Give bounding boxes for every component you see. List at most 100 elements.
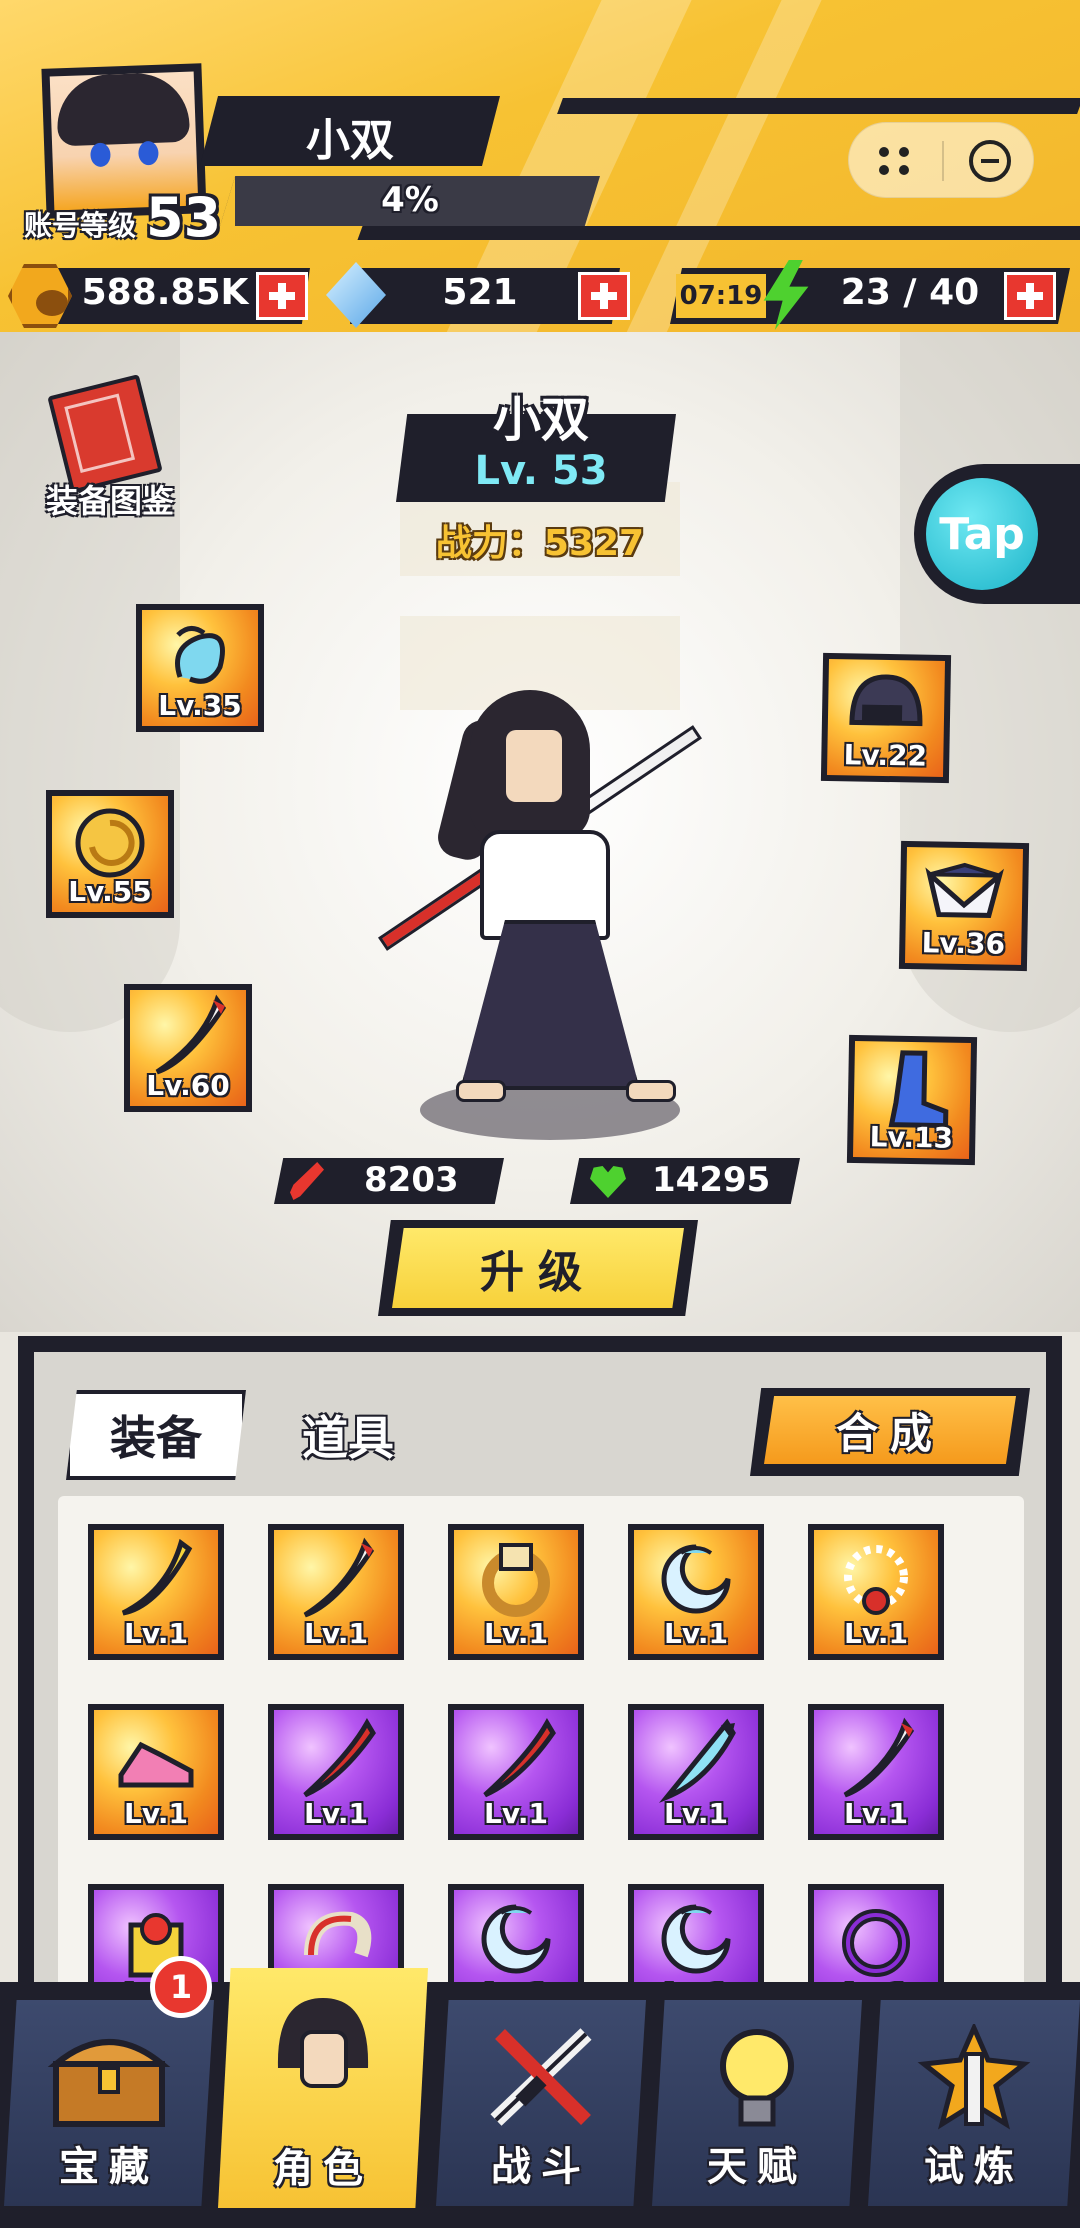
- seal-ring-icon: [471, 1535, 561, 1629]
- nav-label: 宝藏: [59, 2144, 159, 2190]
- item-level: Lv.1: [844, 1617, 908, 1650]
- equip-slot-weapon-hook[interactable]: Lv.35: [136, 604, 264, 732]
- nav-battle[interactable]: 战斗: [436, 2000, 646, 2206]
- player-name: 小双: [306, 115, 394, 166]
- upgrade-button[interactable]: 升级: [392, 1228, 684, 1308]
- inventory-panel: 装备 道具 合成 Lv.1 Lv.1 Lv.1 Lv.1 Lv.1 Lv.1 Lv.1 Lv.…: [18, 1336, 1062, 1996]
- nav-trial[interactable]: 试炼: [868, 2000, 1080, 2206]
- item-level: Lv.1: [664, 1617, 728, 1650]
- inventory-item[interactable]: Lv.1: [88, 1524, 224, 1660]
- combat-power: 战力：5327: [390, 514, 690, 566]
- tab-equipment[interactable]: 装备: [66, 1390, 246, 1480]
- crossed-swords-icon: [476, 2024, 606, 2138]
- inventory-item[interactable]: Lv.1: [628, 1704, 764, 1840]
- close-icon[interactable]: [969, 140, 1011, 182]
- equip-level: Lv.55: [68, 875, 152, 908]
- ice-blade-icon: [651, 1715, 741, 1809]
- treasure-chest-icon: [44, 2024, 174, 2138]
- character-name: 小双: [492, 392, 589, 448]
- item-level: Lv.1: [484, 1797, 548, 1830]
- crescent-ring-icon: [651, 1535, 741, 1629]
- item-level: Lv.1: [304, 1797, 368, 1830]
- equipment-codex-button[interactable]: 装备图鉴: [30, 374, 190, 524]
- pearl-necklace-icon: [831, 1535, 921, 1629]
- bottom-nav: 宝藏 角色 战斗 天赋 试炼: [0, 1968, 1080, 2228]
- red-sword-icon: [291, 1715, 381, 1809]
- inventory-item[interactable]: Lv.1: [808, 1884, 944, 1996]
- nav-treasure[interactable]: 宝藏: [4, 2000, 214, 2206]
- more-options-icon[interactable]: [877, 145, 913, 177]
- codex-label: 装备图鉴: [45, 482, 174, 520]
- gem-value: 521: [442, 272, 518, 313]
- item-level: Lv.1: [124, 1797, 188, 1830]
- equip-level: Lv.13: [869, 1120, 954, 1155]
- equip-level: Lv.36: [921, 926, 1006, 961]
- inventory-grid: Lv.1 Lv.1 Lv.1 Lv.1 Lv.1 Lv.1 Lv.1 Lv.1 Lv.1 Lv.1…: [88, 1524, 944, 1996]
- equip-slot-boots[interactable]: Lv.13: [846, 1034, 978, 1166]
- power-value: 5327: [543, 523, 645, 564]
- character-level: Lv. 53: [474, 448, 608, 494]
- account-level-value: 53: [146, 186, 222, 249]
- item-level: Lv.1: [124, 1617, 188, 1650]
- equip-level: Lv.35: [158, 689, 242, 722]
- crescent-ring-icon: [651, 1895, 741, 1989]
- crescent-ring-icon: [471, 1895, 561, 1989]
- nav-talent[interactable]: 天赋: [652, 2000, 862, 2206]
- item-level: Lv.1: [484, 1617, 548, 1650]
- nav-label: 战斗: [491, 2144, 591, 2190]
- character-sprite[interactable]: [378, 690, 710, 1140]
- add-gems-button[interactable]: [578, 272, 630, 320]
- nav-character[interactable]: 角色: [218, 1968, 428, 2208]
- character-icon: [258, 1988, 388, 2112]
- inventory-item[interactable]: Lv.1: [448, 1704, 584, 1840]
- gold-value: 588.85K: [81, 272, 249, 313]
- inventory-item[interactable]: Lv.1: [628, 1524, 764, 1660]
- item-level: Lv.1: [844, 1797, 908, 1830]
- energy-value: 23 / 40: [840, 272, 980, 313]
- inventory-list[interactable]: Lv.1 Lv.1 Lv.1 Lv.1 Lv.1 Lv.1 Lv.1 Lv.1 Lv.1 Lv.1…: [58, 1496, 1024, 1996]
- lightbulb-icon: [707, 2024, 807, 2138]
- equip-slot-ring[interactable]: Lv.55: [46, 790, 174, 918]
- inventory-item[interactable]: Lv.1: [448, 1524, 584, 1660]
- tap-label: Tap: [926, 478, 1038, 590]
- inventory-item[interactable]: Lv.1: [808, 1524, 944, 1660]
- inventory-item[interactable]: Lv.1: [448, 1884, 584, 1996]
- nav-label: 角色: [273, 2146, 373, 2192]
- miniprogram-capsule: [848, 122, 1034, 198]
- inventory-item[interactable]: Lv.1: [268, 1704, 404, 1840]
- equip-level: Lv.22: [843, 738, 928, 773]
- inventory-item[interactable]: Lv.1: [88, 1704, 224, 1840]
- tab-items[interactable]: 道具: [268, 1400, 428, 1470]
- exp-percent: 4%: [381, 180, 439, 220]
- curved-blade-icon: [831, 1715, 921, 1809]
- energy-timer: 07:19: [676, 274, 766, 318]
- nav-label: 天赋: [707, 2144, 807, 2190]
- notification-badge: 1: [150, 1956, 212, 2018]
- curved-blade-icon: [291, 1535, 381, 1629]
- power-label: 战力：: [435, 523, 544, 564]
- equip-level: Lv.60: [146, 1069, 230, 1102]
- inventory-item[interactable]: Lv.1: [268, 1524, 404, 1660]
- game-screen: 账号等级 53 小双 4% 588.85K 521 07:19 23 / 40: [0, 0, 1080, 2228]
- add-gold-button[interactable]: [256, 272, 308, 320]
- pink-sneaker-icon: [111, 1715, 201, 1809]
- red-sword-icon: [471, 1715, 561, 1809]
- nav-label: 试炼: [924, 2144, 1024, 2190]
- inventory-item[interactable]: Lv.1: [628, 1884, 764, 1996]
- health-value: 14295: [652, 1160, 771, 1200]
- add-energy-button[interactable]: [1004, 272, 1056, 320]
- attack-value: 8203: [364, 1160, 459, 1200]
- trial-emblem-icon: [914, 2021, 1034, 2138]
- banana-blade-icon: [111, 1535, 201, 1629]
- taptap-button[interactable]: Tap: [914, 464, 1080, 604]
- craft-button[interactable]: 合成: [764, 1396, 1016, 1464]
- dark-ring-icon: [831, 1895, 921, 1989]
- account-level-label: 账号等级: [24, 209, 137, 242]
- inventory-item[interactable]: Lv.1: [808, 1704, 944, 1840]
- equip-slot-blade[interactable]: Lv.60: [124, 984, 252, 1112]
- currency-bar: 588.85K 521 07:19 23 / 40: [0, 258, 1080, 332]
- item-level: Lv.1: [304, 1617, 368, 1650]
- equip-slot-helmet[interactable]: Lv.22: [820, 652, 952, 784]
- equip-slot-armor[interactable]: Lv.36: [898, 840, 1030, 972]
- item-level: Lv.1: [664, 1797, 728, 1830]
